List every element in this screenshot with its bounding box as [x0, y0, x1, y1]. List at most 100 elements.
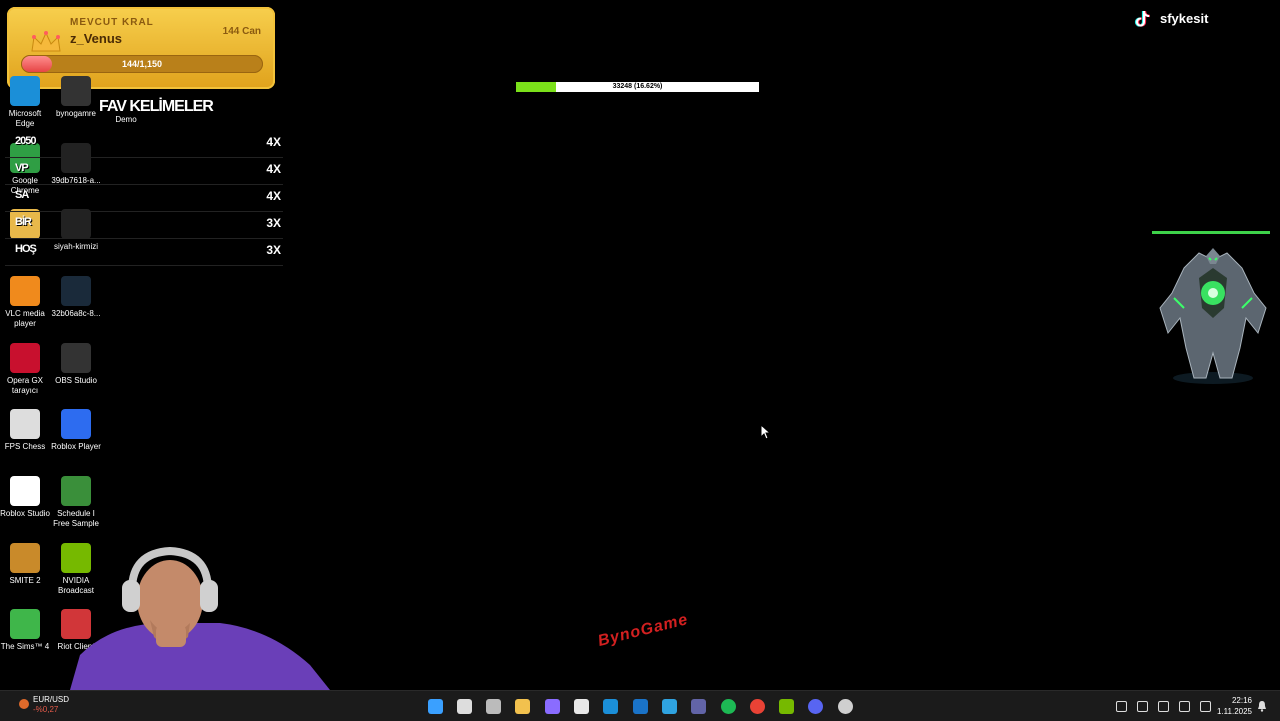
crown-icon	[31, 31, 61, 52]
desktop-icon-label: The Sims™ 4	[0, 642, 50, 651]
fav-word: SA	[15, 189, 29, 201]
desktop-icon-sims[interactable]: The Sims™ 4	[0, 609, 50, 652]
chess-icon	[10, 409, 40, 439]
king-hp-text: 144 Can	[222, 26, 261, 37]
taskbar-search-button[interactable]	[454, 696, 474, 716]
task-view-icon	[486, 698, 502, 714]
desktop-icon-file[interactable]: bynogamre	[51, 76, 101, 119]
fav-word-row: 2050 4X	[5, 131, 283, 158]
fav-word: BİR	[15, 216, 32, 228]
bell-icon	[1258, 701, 1266, 712]
taskbar-file-explorer-button[interactable]	[513, 696, 533, 716]
desktop-icon-label: Roblox Player	[51, 442, 101, 451]
file-explorer-icon	[515, 698, 531, 714]
outlook-icon	[632, 698, 648, 714]
desktop-icon-smite[interactable]: SMITE 2	[0, 543, 50, 586]
desktop-icon-label: SMITE 2	[9, 576, 41, 585]
discord-icon	[808, 698, 824, 714]
desktop-icon-label: VLC media player	[5, 309, 45, 328]
notification-icon[interactable]	[1252, 696, 1272, 716]
tiktok-username: sfykesit	[1160, 11, 1209, 26]
desktop-icon-label: 32b06a8c-8...	[51, 309, 101, 318]
steam-icon	[837, 698, 853, 714]
spotify-icon	[720, 698, 736, 714]
desktop-icon-obs[interactable]: OBS Studio	[51, 343, 101, 386]
roblox-icon	[61, 409, 91, 439]
image-file-icon	[61, 276, 91, 306]
schedule-icon	[61, 476, 91, 506]
desktop-icon-chess[interactable]: FPS Chess	[0, 409, 50, 452]
fav-words-title: FAV KELİMELER	[99, 98, 214, 115]
file-icon	[61, 76, 91, 106]
chevron-up-icon[interactable]	[1111, 696, 1131, 716]
edge-icon	[10, 76, 40, 106]
taskbar-steam-button[interactable]	[835, 696, 855, 716]
vlc-icon	[10, 276, 40, 306]
desktop-icon-schedule[interactable]: Schedule I Free Sample	[51, 476, 101, 529]
chevron-up-icon-glyph	[1115, 700, 1127, 712]
armored-warrior-character	[1159, 248, 1267, 384]
taskbar-copilot-button[interactable]	[542, 696, 562, 716]
microphone-icon-glyph	[1157, 700, 1169, 712]
taskbar-clock[interactable]: 22:16 1.11.2025	[1212, 695, 1252, 717]
webcam-streamer	[70, 546, 330, 690]
desktop-icon-label: OBS Studio	[55, 376, 97, 385]
chrome-icon	[749, 698, 765, 714]
teams-icon	[691, 698, 707, 714]
nvidia-icon	[779, 698, 795, 714]
network-off-icon[interactable]	[1132, 696, 1152, 716]
display-icon[interactable]	[1174, 696, 1194, 716]
desktop-icon-edge[interactable]: Microsoft Edge	[0, 76, 50, 129]
fav-word-count: 4X	[266, 135, 281, 149]
king-username: z_Venus	[70, 31, 123, 46]
desktop-icon-roblox[interactable]: Roblox Player	[51, 409, 101, 452]
fav-word: HOŞ	[15, 243, 37, 255]
taskbar-spotify-button[interactable]	[718, 696, 738, 716]
fav-word-count: 3X	[266, 243, 281, 257]
stock-widget-icon	[19, 699, 29, 709]
desktop-icon-label: FPS Chess	[4, 442, 46, 451]
display-icon-glyph	[1178, 700, 1190, 712]
microphone-icon[interactable]	[1153, 696, 1173, 716]
tiktok-icon	[1134, 10, 1151, 27]
taskbar-chrome-button[interactable]	[747, 696, 767, 716]
edge-icon	[603, 698, 619, 714]
opera-gx-icon	[10, 343, 40, 373]
smite-icon	[10, 543, 40, 573]
fav-word-row: HOŞ 3X	[5, 239, 283, 266]
goal-progress-bar: 33248 (16.62%)	[516, 82, 759, 92]
boss-health-bar	[1152, 231, 1270, 234]
desktop-icon-vlc[interactable]: VLC media player	[0, 276, 50, 329]
stock-name: EUR/USD	[33, 695, 70, 704]
sims-icon	[10, 609, 40, 639]
stock-delta: -%0,27	[33, 705, 59, 714]
desktop-icon-label: bynogamre	[55, 109, 97, 118]
demo-label: Demo	[115, 115, 137, 124]
taskbar-edge-button[interactable]	[601, 696, 621, 716]
taskbar-discord-button[interactable]	[806, 696, 826, 716]
taskbar-teams-button[interactable]	[689, 696, 709, 716]
fav-word-row: BİR 3X	[5, 212, 283, 239]
brand-watermark: BynoGame	[596, 611, 691, 650]
taskbar-windows-start-button[interactable]	[425, 696, 445, 716]
taskbar-nvidia-button[interactable]	[777, 696, 797, 716]
search-icon	[456, 698, 472, 714]
fav-word: 2050	[15, 135, 37, 147]
roblox-studio-icon	[10, 476, 40, 506]
taskbar-photos-button[interactable]	[659, 696, 679, 716]
mouse-cursor-icon	[760, 424, 772, 440]
clock-date: 1.11.2025	[1217, 707, 1252, 716]
desktop-icon-roblox-studio[interactable]: Roblox Studio	[0, 476, 50, 519]
photos-icon	[661, 698, 677, 714]
desktop-icon-image-file[interactable]: 32b06a8c-8...	[51, 276, 101, 319]
king-hp-bar: 144/1,150	[21, 55, 263, 73]
desktop-icon-opera-gx[interactable]: Opera GX tarayıcı	[0, 343, 50, 396]
taskbar-outlook-button[interactable]	[630, 696, 650, 716]
king-label: MEVCUT KRAL	[70, 17, 154, 28]
obs-icon	[61, 343, 91, 373]
fav-word-count: 3X	[266, 216, 281, 230]
volume-icon-glyph	[1199, 700, 1211, 712]
taskbar-task-view-button[interactable]	[484, 696, 504, 716]
taskbar-store-button[interactable]	[572, 696, 592, 716]
desktop-icon-label: Opera GX tarayıcı	[6, 376, 43, 395]
